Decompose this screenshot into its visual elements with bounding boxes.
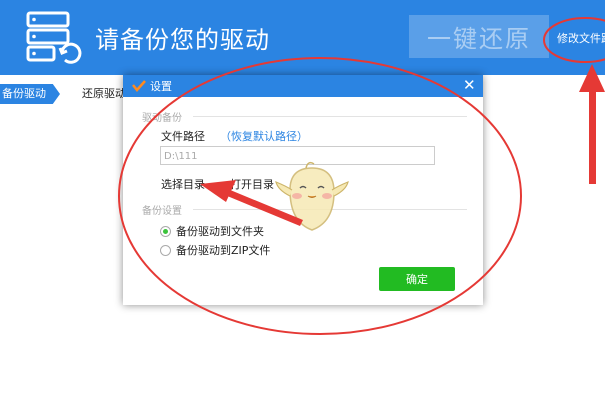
reset-default-path-link[interactable]: （恢复默认路径） [220, 128, 308, 144]
backup-to-zip-option[interactable]: 备份驱动到ZIP文件 [160, 242, 270, 258]
tab-restore-drivers[interactable]: 还原驱动 [82, 84, 126, 104]
chick-mascot-icon [275, 161, 349, 231]
dialog-title: 设置 [150, 80, 172, 93]
tab-backup-drivers[interactable]: 备份驱动 [0, 84, 60, 104]
file-path-label: 文件路径 [161, 130, 205, 143]
red-arrow-up-icon [579, 64, 605, 184]
backup-to-zip-label: 备份驱动到ZIP文件 [176, 244, 271, 257]
backup-to-folder-label: 备份驱动到文件夹 [176, 225, 264, 238]
ok-button[interactable]: 确定 [379, 267, 455, 291]
modify-file-path-link[interactable]: 修改文件路 [557, 30, 605, 46]
backup-restore-icon [26, 11, 82, 64]
choose-directory-button[interactable]: 选择目录 [161, 176, 205, 192]
backup-settings-section-title: 备份设置 [142, 206, 182, 217]
dialog-titlebar: 设置 ✕ [123, 75, 483, 97]
radio-checked[interactable] [160, 225, 171, 237]
backup-to-folder-option[interactable]: 备份驱动到文件夹 [160, 223, 264, 239]
checkmark-logo-icon [132, 80, 146, 92]
app-title: 请备份您的驱动 [95, 26, 270, 54]
one-click-restore-button[interactable]: 一键还原 [409, 15, 549, 58]
close-icon[interactable]: ✕ [463, 76, 476, 94]
driver-backup-section-title: 驱动备份 [142, 113, 182, 124]
section-divider [193, 116, 467, 117]
open-directory-button[interactable]: 打开目录 [230, 176, 274, 192]
app-header: 请备份您的驱动 一键还原 修改文件路 [0, 0, 605, 75]
radio-unchecked[interactable] [160, 244, 171, 256]
